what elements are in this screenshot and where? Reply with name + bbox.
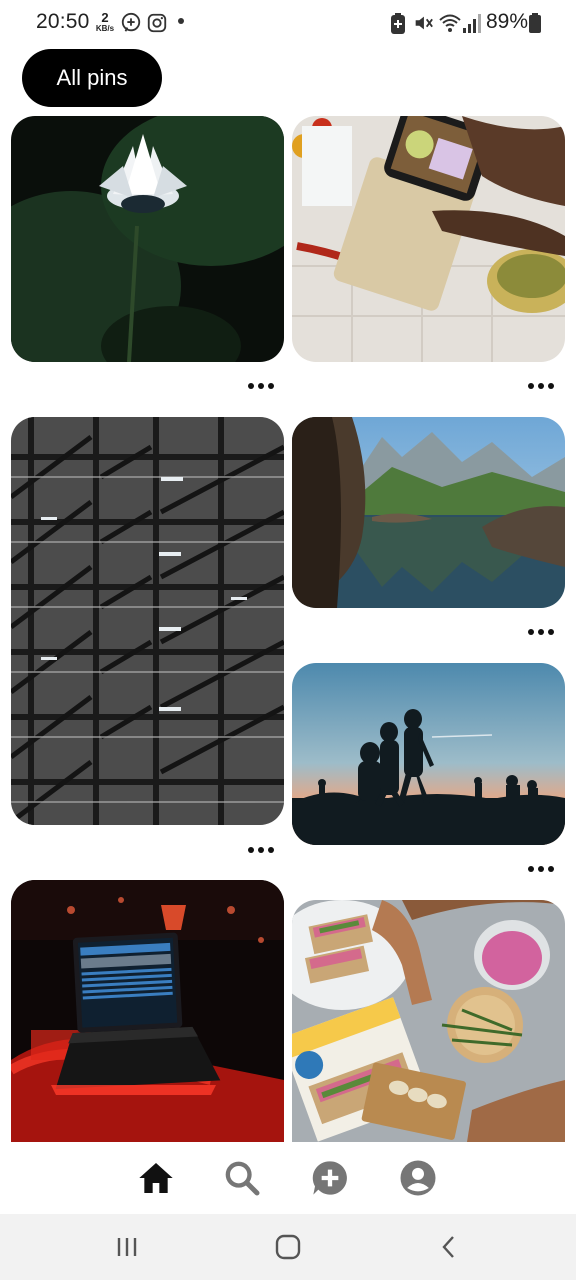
dj-laptop-image [11, 880, 284, 1142]
mountain-lake-image [292, 417, 565, 608]
mute-icon [415, 16, 433, 30]
notification-dot [178, 18, 184, 24]
crispbread-image [292, 900, 565, 1142]
pin-stairs-building[interactable] [11, 417, 284, 825]
home-icon[interactable] [136, 1158, 176, 1198]
stairs-building-image [11, 417, 284, 825]
net-speed-unit: KB/s [95, 24, 115, 33]
signal-icon [463, 14, 481, 33]
hikers-sunset-image [292, 663, 565, 845]
status-bar: 20:50 2 KB/s 89% [0, 0, 576, 44]
back-icon[interactable] [434, 1232, 464, 1262]
status-time: 20:50 [36, 10, 90, 33]
more-options-icon[interactable] [245, 840, 277, 860]
messenger-icon [121, 12, 141, 32]
pin-hikers-sunset[interactable] [292, 663, 565, 845]
home-button-icon[interactable] [273, 1232, 303, 1262]
phone-food-image [292, 116, 565, 362]
bottom-tab-bar [0, 1142, 576, 1214]
more-options-icon[interactable] [525, 859, 557, 879]
battery-percent: 89% [486, 10, 529, 33]
more-options-icon[interactable] [245, 376, 277, 396]
water-lily-image [11, 116, 284, 362]
profile-icon[interactable] [398, 1158, 438, 1198]
search-icon[interactable] [222, 1158, 262, 1198]
system-navigation-bar [0, 1214, 576, 1280]
screen: 20:50 2 KB/s 89% All pins [0, 0, 576, 1280]
wifi-icon [439, 14, 461, 32]
pin-mountain-lake[interactable] [292, 417, 565, 608]
net-speed-value: 2 [101, 10, 109, 25]
more-options-icon[interactable] [525, 622, 557, 642]
pin-dj-laptop[interactable] [11, 880, 284, 1142]
instagram-icon [147, 13, 167, 33]
recents-icon[interactable] [112, 1232, 142, 1262]
battery-icon [529, 13, 541, 33]
create-icon[interactable] [310, 1158, 350, 1198]
all-pins-chip[interactable]: All pins [22, 49, 162, 107]
battery-saver-icon [391, 13, 405, 34]
net-speed: 2 KB/s [94, 11, 116, 33]
more-options-icon[interactable] [525, 376, 557, 396]
pin-crispbread[interactable] [292, 900, 565, 1142]
pin-water-lily[interactable] [11, 116, 284, 362]
pin-phone-food[interactable] [292, 116, 565, 362]
